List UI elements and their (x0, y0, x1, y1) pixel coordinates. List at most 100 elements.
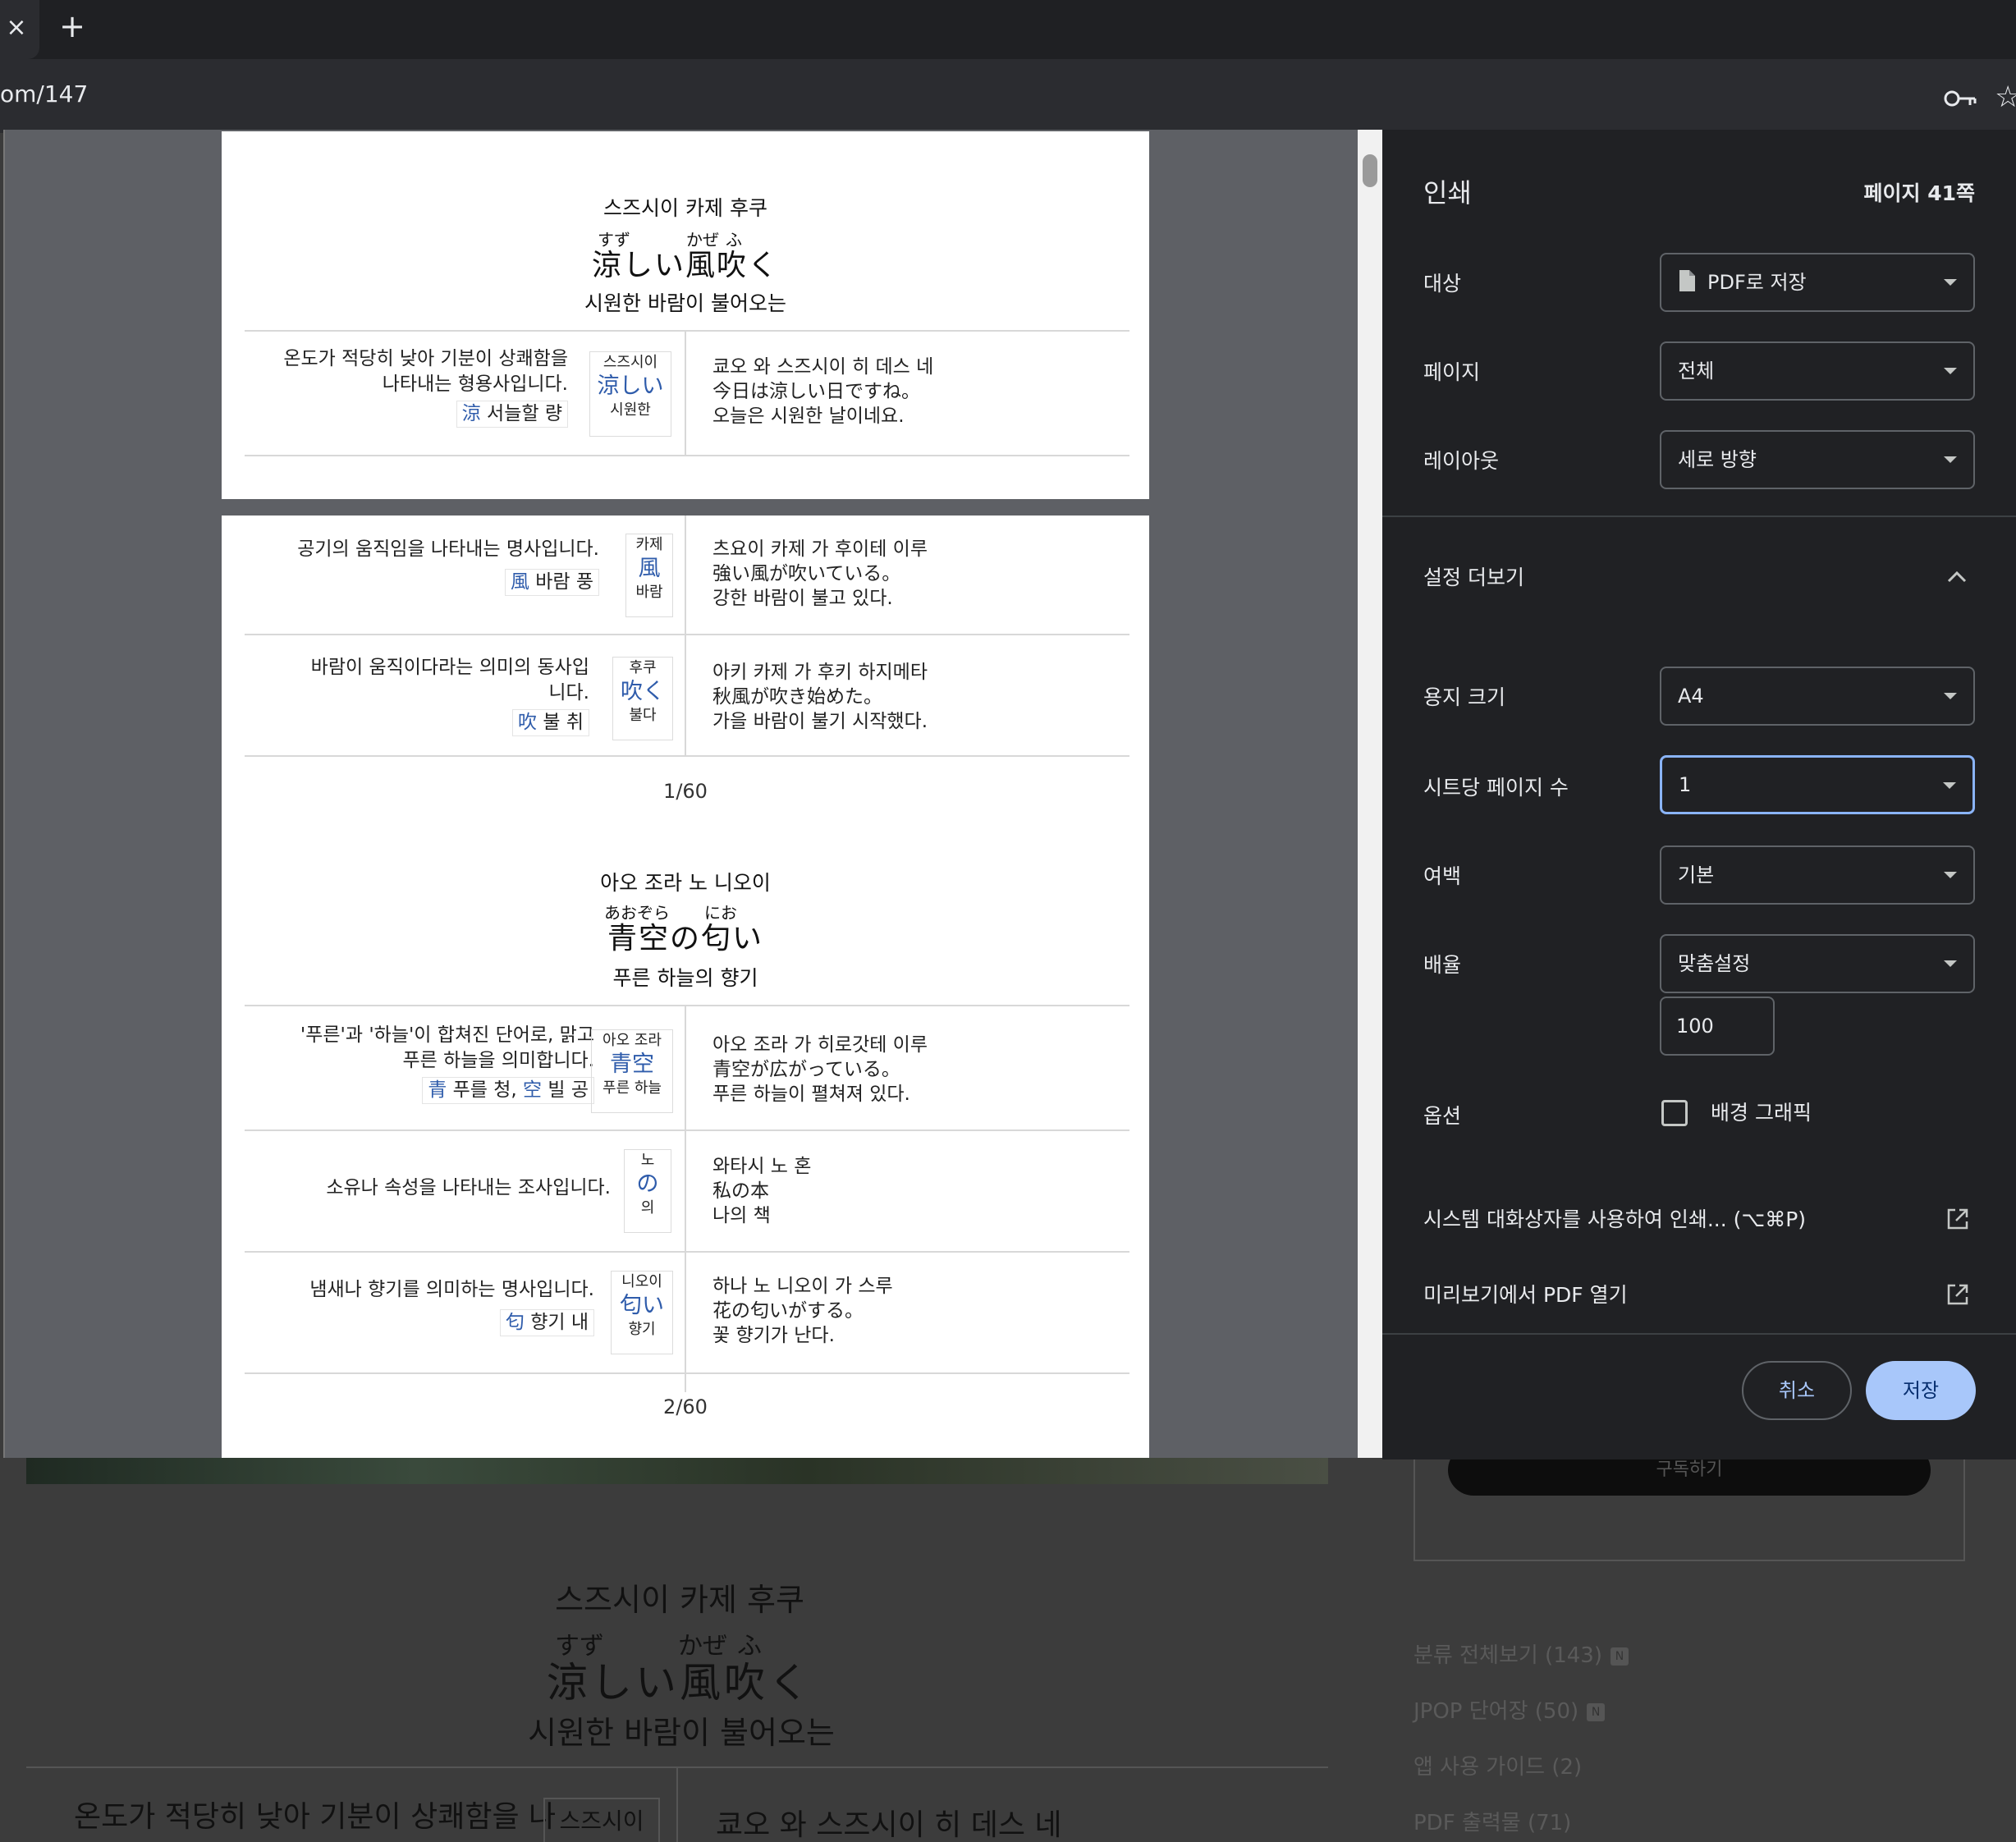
entry-definition: 냄새나 향기를 의미하는 명사입니다. 匂 향기 내 (309, 1277, 594, 1336)
scale-input[interactable]: 100 (1660, 997, 1775, 1056)
entry-definition: '푸른'과 '하늘'이 합쳐진 단어로, 맑고 푸른 하늘을 의미합니다. 青 … (300, 1023, 594, 1104)
kanji-tag: 吹 불 취 (512, 709, 589, 736)
margins-label: 여백 (1423, 864, 1462, 888)
kanji-char: 涼 (461, 403, 481, 424)
paper-size-select[interactable]: A4 (1660, 667, 1975, 726)
cancel-button[interactable]: 취소 (1742, 1361, 1852, 1420)
layout-select[interactable]: 세로 방향 (1660, 430, 1975, 489)
definition-line: 바람이 움직이다라는 의미의 동사입 (310, 657, 589, 678)
bookmark-star-icon[interactable]: ☆ (1995, 80, 2016, 114)
word-gloss: 시원한 (610, 401, 651, 419)
word-box: 후쿠 吹く 불다 (612, 657, 673, 740)
dropdown-caret-icon (1944, 368, 1957, 374)
external-link-icon[interactable] (1945, 1207, 1970, 1231)
panel-divider (1382, 515, 2016, 517)
browser-toolbar: om/147 (0, 59, 2016, 133)
word: 青空 (610, 1052, 654, 1077)
entry-definition: 공기의 움직임을 나타내는 명사입니다. 風 바람 풍 (297, 537, 599, 596)
destination-value: PDF로 저장 (1707, 271, 1807, 294)
tab-strip: × + (0, 0, 2016, 59)
destination-select[interactable]: PDF로 저장 (1660, 253, 1975, 312)
entry-title: 아오 조라 노 니오이 (600, 871, 771, 895)
kanji-tag: 涼 서늘할 량 (456, 401, 568, 428)
word-box: 아오 조라 青空 푸른 하늘 (591, 1029, 673, 1113)
kanji-char: 風 (510, 571, 529, 593)
table-divider (245, 330, 1129, 332)
definition-line: 푸른 하늘을 의미합니다. (402, 1050, 594, 1071)
margins-value: 기본 (1678, 864, 1715, 887)
entry-example: 아키 카제 가 후키 하지메타 秋風が吹き始めた。 가을 바람이 불기 시작했다… (712, 660, 928, 734)
save-button[interactable]: 저장 (1866, 1361, 1976, 1420)
active-tab[interactable]: × (0, 0, 39, 59)
word-gloss: 의 (640, 1199, 655, 1217)
word-gloss: 향기 (628, 1321, 656, 1338)
more-settings-toggle[interactable]: 설정 더보기 (1423, 561, 1524, 591)
kanji-meaning: 바람 풍 (535, 571, 593, 593)
new-badge: N (1587, 1702, 1606, 1721)
example-reading: 와타시 노 혼 (712, 1156, 812, 1177)
background-korean: 시원한 바람이 불어오는 (528, 1715, 835, 1751)
margins-select[interactable]: 기본 (1660, 845, 1975, 905)
table-divider (245, 1005, 1129, 1006)
options-label: 옵션 (1423, 1104, 1462, 1128)
page-number: 1/60 (663, 780, 708, 803)
entry-korean: 시원한 바람이 불어오는 (584, 291, 786, 315)
example-korean: 꽃 향기가 난다. (712, 1325, 835, 1346)
background-graphics-checkbox[interactable] (1661, 1100, 1688, 1126)
background-divider (676, 1768, 678, 1842)
background-category: PDF 출력물 (71) (1413, 1806, 1571, 1836)
open-pdf-preview-link[interactable]: 미리보기에서 PDF 열기 (1423, 1279, 1628, 1308)
print-title: 인쇄 (1423, 177, 1472, 208)
table-divider (245, 1251, 1129, 1253)
preview-scrollbar-thumb[interactable] (1363, 154, 1377, 187)
dropdown-caret-icon (1944, 960, 1957, 967)
kanji-char: 匂 (505, 1312, 525, 1333)
destination-label: 대상 (1423, 272, 1462, 296)
table-divider (685, 332, 686, 455)
page-number: 2/60 (663, 1395, 708, 1418)
category-label: 앱 사용 가이드 (2) (1413, 1755, 1583, 1780)
background-graphics-label[interactable]: 배경 그래픽 (1711, 1097, 1812, 1126)
pages-per-sheet-value: 1 (1679, 773, 1692, 796)
pages-per-sheet-select[interactable]: 1 (1660, 755, 1975, 814)
chevron-up-icon[interactable] (1945, 568, 1968, 584)
print-preview-area[interactable]: 스즈시이 카제 후쿠 すず かぜ ふ 涼しい風吹く 시원한 바람이 불어오는 온… (3, 130, 1358, 1458)
table-divider (245, 1129, 1129, 1131)
kanji-tag: 匂 향기 내 (499, 1309, 594, 1336)
paper-size-label: 용지 크기 (1423, 685, 1505, 709)
external-link-icon[interactable] (1945, 1282, 1970, 1307)
definition-line: 온도가 적당히 낮아 기분이 상쾌함을 (283, 348, 568, 369)
pages-per-sheet-label: 시트당 페이지 수 (1423, 776, 1569, 800)
table-divider (245, 634, 1129, 635)
preview-page: 공기의 움직임을 나타내는 명사입니다. 風 바람 풍 카제 風 바람 츠요이 … (222, 515, 1149, 1458)
kanji-meaning: 빌 공 (548, 1079, 589, 1101)
background-example: 쿄오 와 스즈시이 히 데스 네 (716, 1808, 1062, 1842)
entry-definition: 바람이 움직이다라는 의미의 동사입 니다. 吹 불 취 (311, 655, 589, 736)
table-divider (245, 1372, 1129, 1374)
table-divider (685, 1006, 686, 1392)
word-reading: 후쿠 (629, 659, 657, 676)
entry-example: 하나 노 니오이 가 스루 花の匂いがする。 꽃 향기가 난다. (712, 1274, 893, 1348)
definition-line: 냄새나 향기를 의미하는 명사입니다. (309, 1279, 594, 1300)
tab-close-icon[interactable]: × (2, 11, 31, 44)
document-icon (1679, 270, 1695, 291)
word-reading: 카제 (635, 536, 663, 553)
scale-select[interactable]: 맞춤설정 (1660, 934, 1975, 993)
table-divider (685, 515, 686, 755)
new-tab-button[interactable]: + (56, 10, 89, 43)
word-gloss: 바람 (635, 584, 663, 601)
word-reading: 노 (640, 1152, 655, 1169)
pages-select[interactable]: 전체 (1660, 341, 1975, 401)
example-korean: 강한 바람이 불고 있다. (712, 588, 893, 609)
entry-korean: 푸른 하늘의 향기 (612, 966, 758, 990)
address-bar[interactable]: om/147 (0, 80, 88, 108)
background-title: 스즈시이 카제 후쿠 (555, 1582, 804, 1618)
password-key-icon[interactable] (1942, 84, 1978, 113)
pages-label: 페이지 (1423, 360, 1481, 384)
example-japanese: 今日は涼しい日ですね。 (712, 381, 920, 402)
system-dialog-link[interactable]: 시스템 대화상자를 사용하여 인쇄... (⌥⌘P) (1423, 1203, 1806, 1233)
preview-scrollbar[interactable] (1358, 130, 1382, 1458)
background-category: JPOP 단어장 (50) N (1413, 1694, 1606, 1725)
paper-size-value: A4 (1678, 685, 1704, 708)
kanji-meaning: 푸를 청, (452, 1079, 517, 1101)
